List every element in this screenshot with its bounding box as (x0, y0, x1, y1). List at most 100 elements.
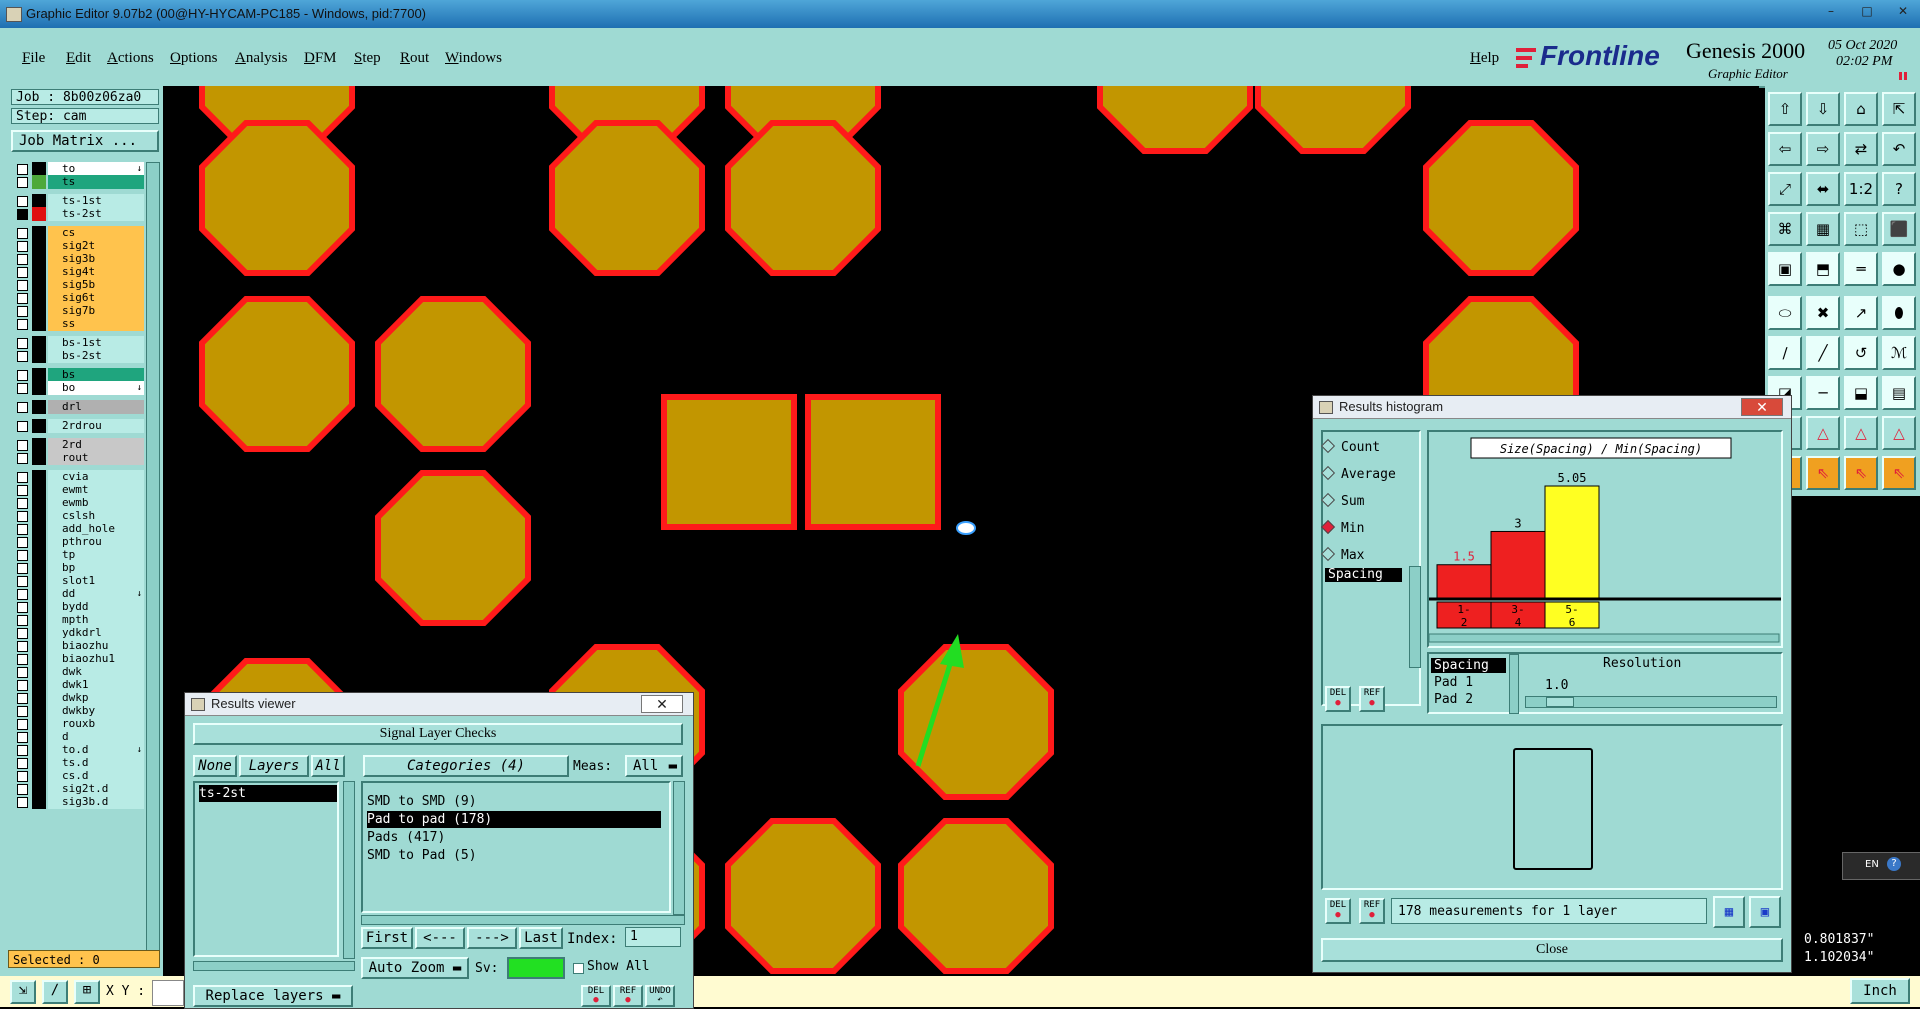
layer-row-sig6t[interactable]: sig6t (12, 291, 144, 305)
layer-color-swatch[interactable] (32, 226, 46, 240)
layer-row-bs-2st[interactable]: bs-2st (12, 349, 144, 363)
show-all-checkbox[interactable] (573, 963, 584, 974)
resolution-slider-handle[interactable] (1546, 697, 1574, 707)
menu-windows[interactable]: Windows (445, 50, 502, 67)
menu-dfm[interactable]: DFM (304, 50, 337, 67)
layer-color-swatch[interactable] (32, 451, 46, 465)
layer-row-ts[interactable]: ts (12, 175, 144, 189)
pad-icon[interactable]: ▣ (1768, 252, 1802, 286)
none-button[interactable]: None (193, 755, 237, 777)
layer-color-swatch[interactable] (32, 587, 46, 601)
expand-icon[interactable]: ⤢ (1768, 172, 1802, 206)
zoom-to-icon[interactable]: ▦ (1713, 896, 1745, 928)
layer-name[interactable]: drl (48, 400, 144, 414)
undo-icon[interactable]: ↶ (1882, 132, 1916, 166)
layer-color-swatch[interactable] (32, 795, 46, 809)
layer-name[interactable]: bs-1st (48, 336, 144, 350)
move-up-icon[interactable]: ⇧ (1768, 92, 1802, 126)
maximize-button[interactable]: □ (1856, 3, 1878, 19)
layer-checkbox[interactable] (17, 383, 28, 394)
sv-color-picker[interactable] (507, 957, 565, 979)
layer-checkbox[interactable] (17, 680, 28, 691)
layer-color-swatch[interactable] (32, 175, 46, 189)
results-viewer-close-icon[interactable]: ✕ (641, 695, 683, 713)
legend-scrollbar[interactable] (1509, 654, 1519, 714)
mode-radio-average[interactable]: Average (1320, 465, 1396, 482)
layer-name[interactable]: biaozhu1 (48, 652, 144, 666)
layer-checkbox[interactable] (17, 370, 28, 381)
hist-del-button[interactable]: DEL ● (1325, 686, 1351, 712)
layer-checkbox[interactable] (17, 719, 28, 730)
layer-checkbox[interactable] (17, 602, 28, 613)
layer-color-swatch[interactable] (32, 252, 46, 266)
layer-row-dwk1[interactable]: dwk1 (12, 678, 144, 692)
grid-icon[interactable]: ▦ (1806, 212, 1840, 246)
ref-button[interactable]: REF ● (613, 985, 643, 1007)
hist-ref-button[interactable]: REF ● (1359, 686, 1385, 712)
layer-name[interactable]: sig7b (48, 304, 144, 318)
layer-checkbox[interactable] (17, 641, 28, 652)
layer-checkbox[interactable] (17, 732, 28, 743)
preview-del-button[interactable]: DEL ● (1325, 898, 1351, 924)
meas-dropdown[interactable]: All ▬ (625, 755, 683, 777)
layer-name[interactable]: d (48, 730, 144, 744)
layer-checkbox[interactable] (17, 228, 28, 239)
layer-name[interactable]: sig5b (48, 278, 144, 292)
layer-row-biaozhu1[interactable]: biaozhu1 (12, 652, 144, 666)
layer-row-slot1[interactable]: slot1 (12, 574, 144, 588)
layer-color-swatch[interactable] (32, 304, 46, 318)
layer-name[interactable]: bs (48, 368, 144, 382)
layer-checkbox[interactable] (17, 537, 28, 548)
job-matrix-button[interactable]: Job Matrix ... (11, 130, 159, 152)
layer-name[interactable]: ydkdrl (48, 626, 144, 640)
layer-row-cs.d[interactable]: cs.d (12, 769, 144, 783)
layer-color-swatch[interactable] (32, 613, 46, 627)
layer-name[interactable]: dwk1 (48, 678, 144, 692)
legend-item[interactable]: Pad 2 (1431, 692, 1506, 707)
layer-color-swatch[interactable] (32, 265, 46, 279)
move-down-icon[interactable]: ⇩ (1806, 92, 1840, 126)
layer-color-swatch[interactable] (32, 438, 46, 452)
layer-checkbox[interactable] (17, 511, 28, 522)
replace-layers-dropdown[interactable]: Replace layers ▬ (193, 985, 353, 1007)
edit-icon[interactable]: ⌘ (1768, 212, 1802, 246)
histogram-close-button[interactable]: Close (1321, 938, 1783, 962)
layer-row-sig4t[interactable]: sig4t (12, 265, 144, 279)
layer-row-bp[interactable]: bp (12, 561, 144, 575)
layer-row-cvia[interactable]: cvia (12, 470, 144, 484)
layer-row-cs[interactable]: cs (12, 226, 144, 240)
layer-row-sig2t.d[interactable]: sig2t.d (12, 782, 144, 796)
layer-color-swatch[interactable] (32, 535, 46, 549)
layer-checkbox[interactable] (17, 319, 28, 330)
angle-icon[interactable]: ⬒ (1806, 252, 1840, 286)
layer-row-sig7b[interactable]: sig7b (12, 304, 144, 318)
layer-color-swatch[interactable] (32, 400, 46, 414)
layer-color-swatch[interactable] (32, 574, 46, 588)
layer-color-swatch[interactable] (32, 691, 46, 705)
menu-analysis[interactable]: Analysis (235, 50, 288, 67)
square-icon[interactable]: ⬮ (1882, 296, 1916, 330)
layer-color-swatch[interactable] (32, 678, 46, 692)
layer-checkbox[interactable] (17, 209, 28, 220)
layer-checkbox[interactable] (17, 654, 28, 665)
layers-button[interactable]: Layers (239, 755, 309, 777)
frame-icon[interactable]: ⬚ (1844, 212, 1878, 246)
layer-color-swatch[interactable] (32, 704, 46, 718)
layer-color-swatch[interactable] (32, 368, 46, 382)
layer-name[interactable]: tp (48, 548, 144, 562)
menu-edit[interactable]: Edit (66, 50, 91, 67)
layer-name[interactable]: rout (48, 451, 144, 465)
layer-checkbox[interactable] (17, 164, 28, 175)
layer-checkbox[interactable] (17, 254, 28, 265)
layer-color-swatch[interactable] (32, 336, 46, 350)
layer-row-ts-2st[interactable]: ts-2st (12, 207, 144, 221)
layer-checkbox[interactable] (17, 615, 28, 626)
layer-checkbox[interactable] (17, 472, 28, 483)
slash-icon[interactable]: ∕ (1768, 336, 1802, 370)
undo-button[interactable]: UNDO ↶ (645, 985, 675, 1007)
layer-color-swatch[interactable] (32, 162, 46, 176)
mode-radio-min[interactable]: Min (1320, 519, 1364, 536)
layer-checkbox[interactable] (17, 784, 28, 795)
swap-icon[interactable]: ⇄ (1844, 132, 1878, 166)
layer-name[interactable]: ts (48, 175, 144, 189)
